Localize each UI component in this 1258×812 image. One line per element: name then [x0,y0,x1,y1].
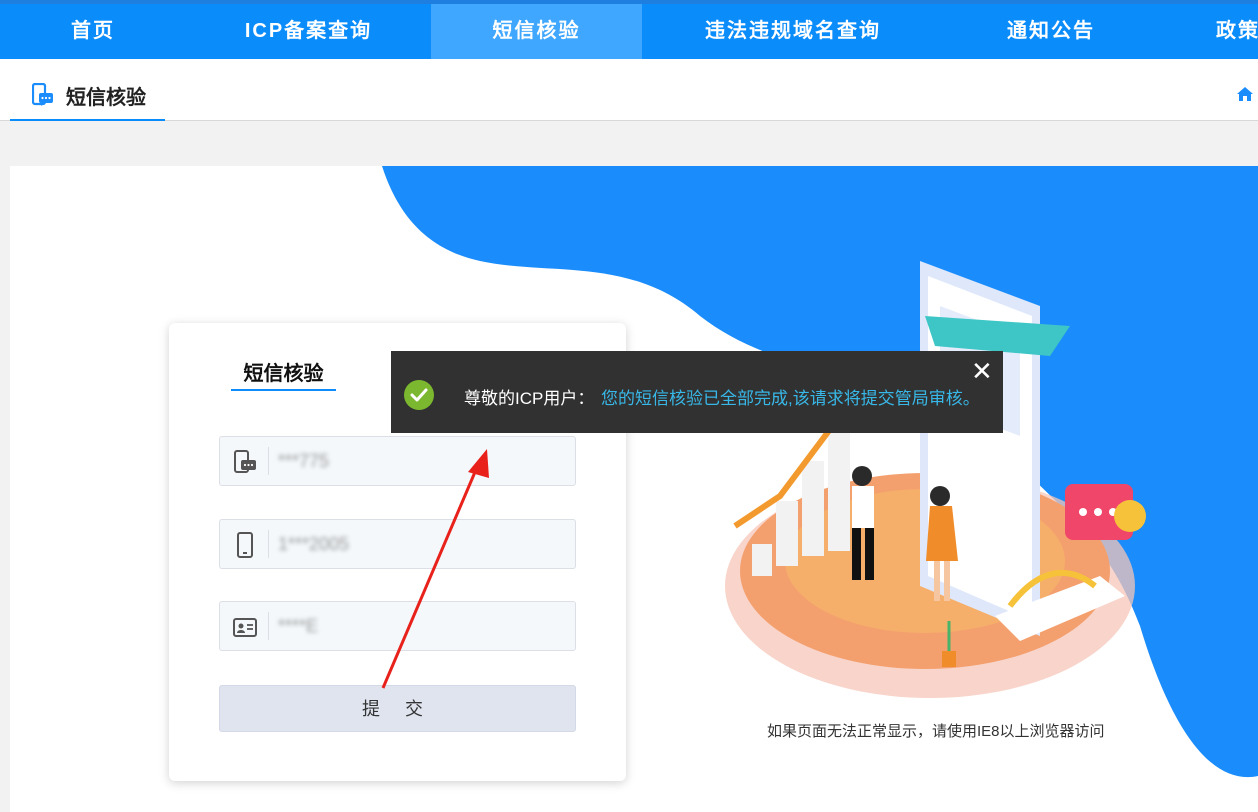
toast-greeting: 尊敬的ICP用户： [464,389,595,408]
nav-item-illegal-domain-query[interactable]: 违法违规域名查询 [642,4,944,59]
sub-tab-label: 短信核验 [66,87,146,109]
nav-item-sms-verify[interactable]: 短信核验 [431,4,642,59]
field-divider [268,530,269,558]
sub-header: 短信核验 [0,59,1258,121]
toast-message: 您的短信核验已全部完成,该请求将提交管局审核。 [601,389,980,408]
id-number-value: ****E [278,616,319,636]
id-number-field[interactable]: ****E [219,601,576,651]
sms-icon [232,449,258,480]
nav-item-home[interactable]: 首页 [0,4,186,59]
sms-icon [31,82,54,112]
success-check-icon [404,380,434,415]
tab-sms-verify[interactable]: 短信核验 [10,59,165,121]
browser-notice: 如果页面无法正常显示，请使用IE8以上浏览器访问 [767,723,1105,740]
home-icon[interactable] [1236,86,1254,107]
phone-number-field[interactable]: 1***2005 [219,519,576,569]
nav-item-notices[interactable]: 通知公告 [944,4,1158,59]
phone-icon [232,532,258,563]
id-card-icon [232,614,258,645]
sms-code-field[interactable]: ***775 [219,436,576,486]
nav-item-icp-query[interactable]: ICP备案查询 [186,4,431,59]
field-divider [268,612,269,640]
sms-code-value: ***775 [278,451,330,471]
form-title: 短信核验 [231,357,336,391]
field-divider [268,447,269,475]
success-toast: 尊敬的ICP用户： 您的短信核验已全部完成,该请求将提交管局审核。 ✕ [391,351,1003,433]
close-icon[interactable]: ✕ [971,356,993,387]
submit-button[interactable]: 提 交 [219,685,576,732]
phone-number-value: 1***2005 [278,534,350,554]
nav-item-policy[interactable]: 政策 [1158,4,1258,59]
main-nav: 首页 ICP备案查询 短信核验 违法违规域名查询 通知公告 政策 [0,4,1258,59]
